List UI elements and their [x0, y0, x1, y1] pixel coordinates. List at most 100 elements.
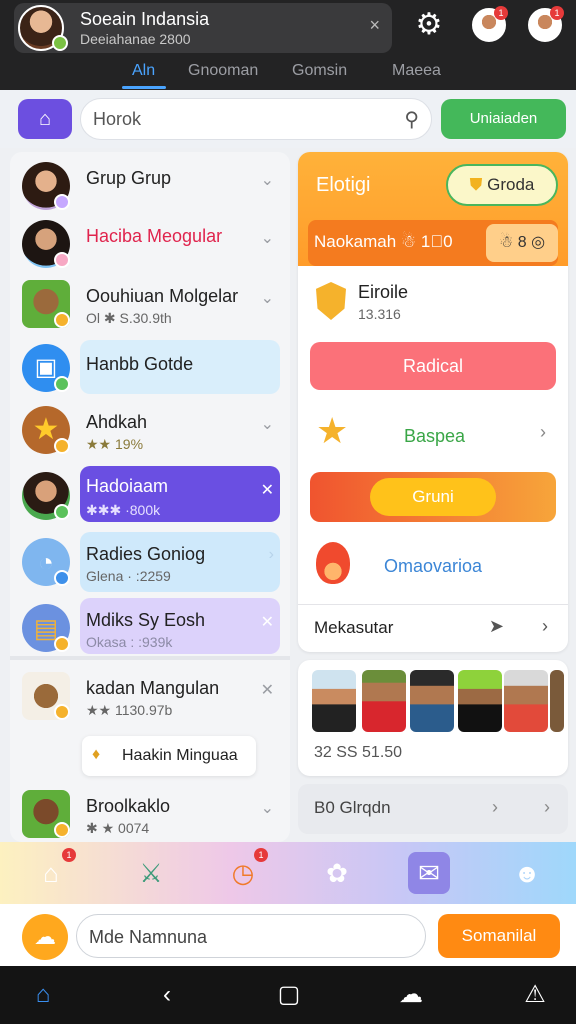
- photo-thumb[interactable]: [410, 670, 454, 732]
- photo-strip-card[interactable]: 32 SS 51.50: [298, 660, 568, 776]
- chevron-down-icon[interactable]: ⌄: [261, 288, 274, 308]
- photo-thumb[interactable]: [312, 670, 356, 732]
- gruni-button[interactable]: Gruni: [370, 478, 496, 516]
- list-item-title: Broolkaklo: [86, 796, 171, 816]
- shield-icon: ⛊: [469, 175, 483, 194]
- bottom-nav: ⌂ 1 ⚔ ◷ 1 ✿ ✉ ☻: [0, 842, 576, 904]
- card-band[interactable]: Naokamah ☃ 1⃝0 ☃ 8 ◎: [308, 220, 558, 266]
- chevron-right-icon[interactable]: ›: [542, 616, 548, 637]
- groda-label: Groda: [487, 175, 535, 194]
- recents-icon[interactable]: ▢: [272, 978, 306, 1012]
- close-icon[interactable]: ✕: [261, 680, 274, 700]
- maovarioa-link[interactable]: Omaovarioa: [384, 556, 482, 577]
- list-item[interactable]: ▤ Mdiks Sy Eosh Okasa : :939k ✕: [10, 596, 290, 656]
- list-item[interactable]: ▣ Hanbb Gotde: [10, 336, 290, 396]
- message-input[interactable]: Mde Namnuna: [76, 914, 426, 958]
- profile-icon[interactable]: ☻: [506, 852, 548, 894]
- card-header: Elotigi ⛊ Groda Naokamah ☃ 1⃝0 ☃ 8 ◎: [298, 152, 568, 266]
- status-badge: [54, 312, 70, 328]
- list-item-title: Mdiks Sy Eosh: [86, 610, 206, 630]
- chevron-down-icon[interactable]: ⌄: [261, 414, 274, 434]
- list-item[interactable]: Broolkaklo ✱ ★ 0074 ⌄: [10, 782, 290, 842]
- clock-icon[interactable]: ◷ 1: [222, 848, 268, 894]
- profile-subtitle: Deeiahanae 2800: [80, 31, 191, 47]
- photo-thumb[interactable]: [504, 670, 548, 732]
- play-icon[interactable]: ➤: [489, 616, 504, 637]
- search-field[interactable]: Horok ⚲: [80, 98, 432, 140]
- gear-icon[interactable]: ⚙: [412, 8, 446, 42]
- band-chip[interactable]: ☃ 8 ◎: [486, 224, 558, 262]
- chevron-down-icon[interactable]: ⌄: [261, 170, 274, 190]
- baspea-link[interactable]: Baspea: [404, 426, 465, 447]
- card-title: Elotigi: [316, 174, 371, 196]
- tab-gnooman[interactable]: Gnooman: [188, 62, 258, 80]
- chevron-right-icon[interactable]: ›: [540, 422, 546, 443]
- photo-thumb[interactable]: [362, 670, 406, 732]
- tab-underline: [122, 86, 166, 89]
- home-settings-icon[interactable]: ⌂: [18, 99, 72, 139]
- list-item-selected[interactable]: Hadoiaam ✱✱✱ ·800k ✕: [10, 464, 290, 524]
- tab-gomsin[interactable]: Gomsin: [292, 62, 347, 80]
- chevron-down-icon[interactable]: ⌄: [261, 798, 274, 818]
- update-button[interactable]: Uniaiaden: [441, 99, 566, 139]
- chevron-right-icon[interactable]: ›: [544, 797, 550, 818]
- status-badge: [54, 704, 70, 720]
- item-subtitle: 13.316: [358, 306, 401, 322]
- close-icon[interactable]: ×: [369, 15, 380, 36]
- chevron-down-icon[interactable]: ⌄: [261, 228, 274, 248]
- home-icon[interactable]: ⌂ 1: [30, 848, 76, 894]
- search-icon[interactable]: ⚲: [404, 107, 419, 132]
- alert-icon[interactable]: ⚠: [518, 978, 552, 1012]
- list-item-subtitle: Ol ✱ S.30.9th: [86, 310, 172, 326]
- item-title: Eiroile: [358, 282, 409, 302]
- chevron-right-icon[interactable]: ›: [269, 546, 274, 564]
- list-item-subtitle: ✱✱✱ ·800k: [86, 502, 161, 518]
- list-item-subtitle: ✱ ★ 0074: [86, 820, 150, 836]
- status-badge: [54, 504, 70, 520]
- groda-button[interactable]: ⛊ Groda: [446, 164, 558, 206]
- list-item[interactable]: kadan Mangulan ★★ 1130.97b ✕: [10, 664, 290, 724]
- sword-icon[interactable]: ⚔: [130, 852, 172, 894]
- list-item[interactable]: ◔ Radies Goniog Glena · :2259 ›: [10, 530, 290, 590]
- cloud-icon[interactable]: ☁: [22, 914, 68, 960]
- bo-label: B0 Glrqdn: [314, 798, 391, 817]
- radical-button[interactable]: Radical: [310, 342, 556, 390]
- profile-chip[interactable]: Soeain Indansia Deeiahanae 2800 ×: [14, 3, 392, 53]
- chevron-right-icon[interactable]: ›: [492, 797, 498, 818]
- bo-row[interactable]: B0 Glrqdn › ›: [298, 784, 568, 834]
- search-input[interactable]: Horok: [93, 109, 141, 130]
- cloud-sync-icon[interactable]: ☁: [394, 978, 428, 1012]
- send-button[interactable]: Somanilal: [438, 914, 560, 958]
- list-item[interactable]: Oouhiuan Molgelar Ol ✱ S.30.9th ⌄: [10, 272, 290, 332]
- photo-thumb[interactable]: [550, 670, 564, 732]
- tooltip-card[interactable]: ♦ Haakin Minguaa: [82, 736, 256, 776]
- friend-avatar-1[interactable]: 1: [472, 6, 508, 42]
- close-icon[interactable]: ✕: [261, 480, 274, 500]
- list-item[interactable]: Grup Grup ⌄: [10, 154, 290, 214]
- friend-avatar-2[interactable]: 1: [528, 6, 564, 42]
- tab-maeea[interactable]: Maeea: [392, 62, 441, 80]
- list-item-title: Haciba Meogular: [86, 226, 223, 246]
- tooltip-label: Haakin Minguaa: [122, 747, 238, 764]
- photo-caption: 32 SS 51.50: [314, 744, 403, 761]
- divider: [298, 604, 568, 605]
- divider: [10, 656, 290, 660]
- shield-icon: [316, 282, 346, 320]
- online-badge: [52, 35, 68, 51]
- mekasutar-label: Mekasutar: [314, 618, 394, 637]
- back-icon[interactable]: ‹: [150, 978, 184, 1012]
- photo-thumb[interactable]: [458, 670, 502, 732]
- notification-badge: 1: [254, 848, 268, 862]
- flower-icon[interactable]: ✿: [316, 852, 358, 894]
- home-icon[interactable]: ⌂: [26, 978, 60, 1012]
- mail-icon[interactable]: ✉: [408, 852, 450, 894]
- star-icon: ★: [316, 410, 349, 451]
- notification-badge: 1: [494, 6, 508, 20]
- list-item-title: Hadoiaam: [86, 476, 169, 496]
- list-item[interactable]: ★ Ahdkah ★★ 19% ⌄: [10, 398, 290, 458]
- system-nav-bar: ⌂ ‹ ▢ ☁ ⚠: [0, 966, 576, 1024]
- tab-all[interactable]: Aln: [132, 62, 155, 80]
- band-text: Naokamah ☃ 1⃝0: [314, 232, 453, 251]
- close-icon[interactable]: ✕: [261, 612, 274, 632]
- list-item[interactable]: Haciba Meogular ⌄: [10, 212, 290, 272]
